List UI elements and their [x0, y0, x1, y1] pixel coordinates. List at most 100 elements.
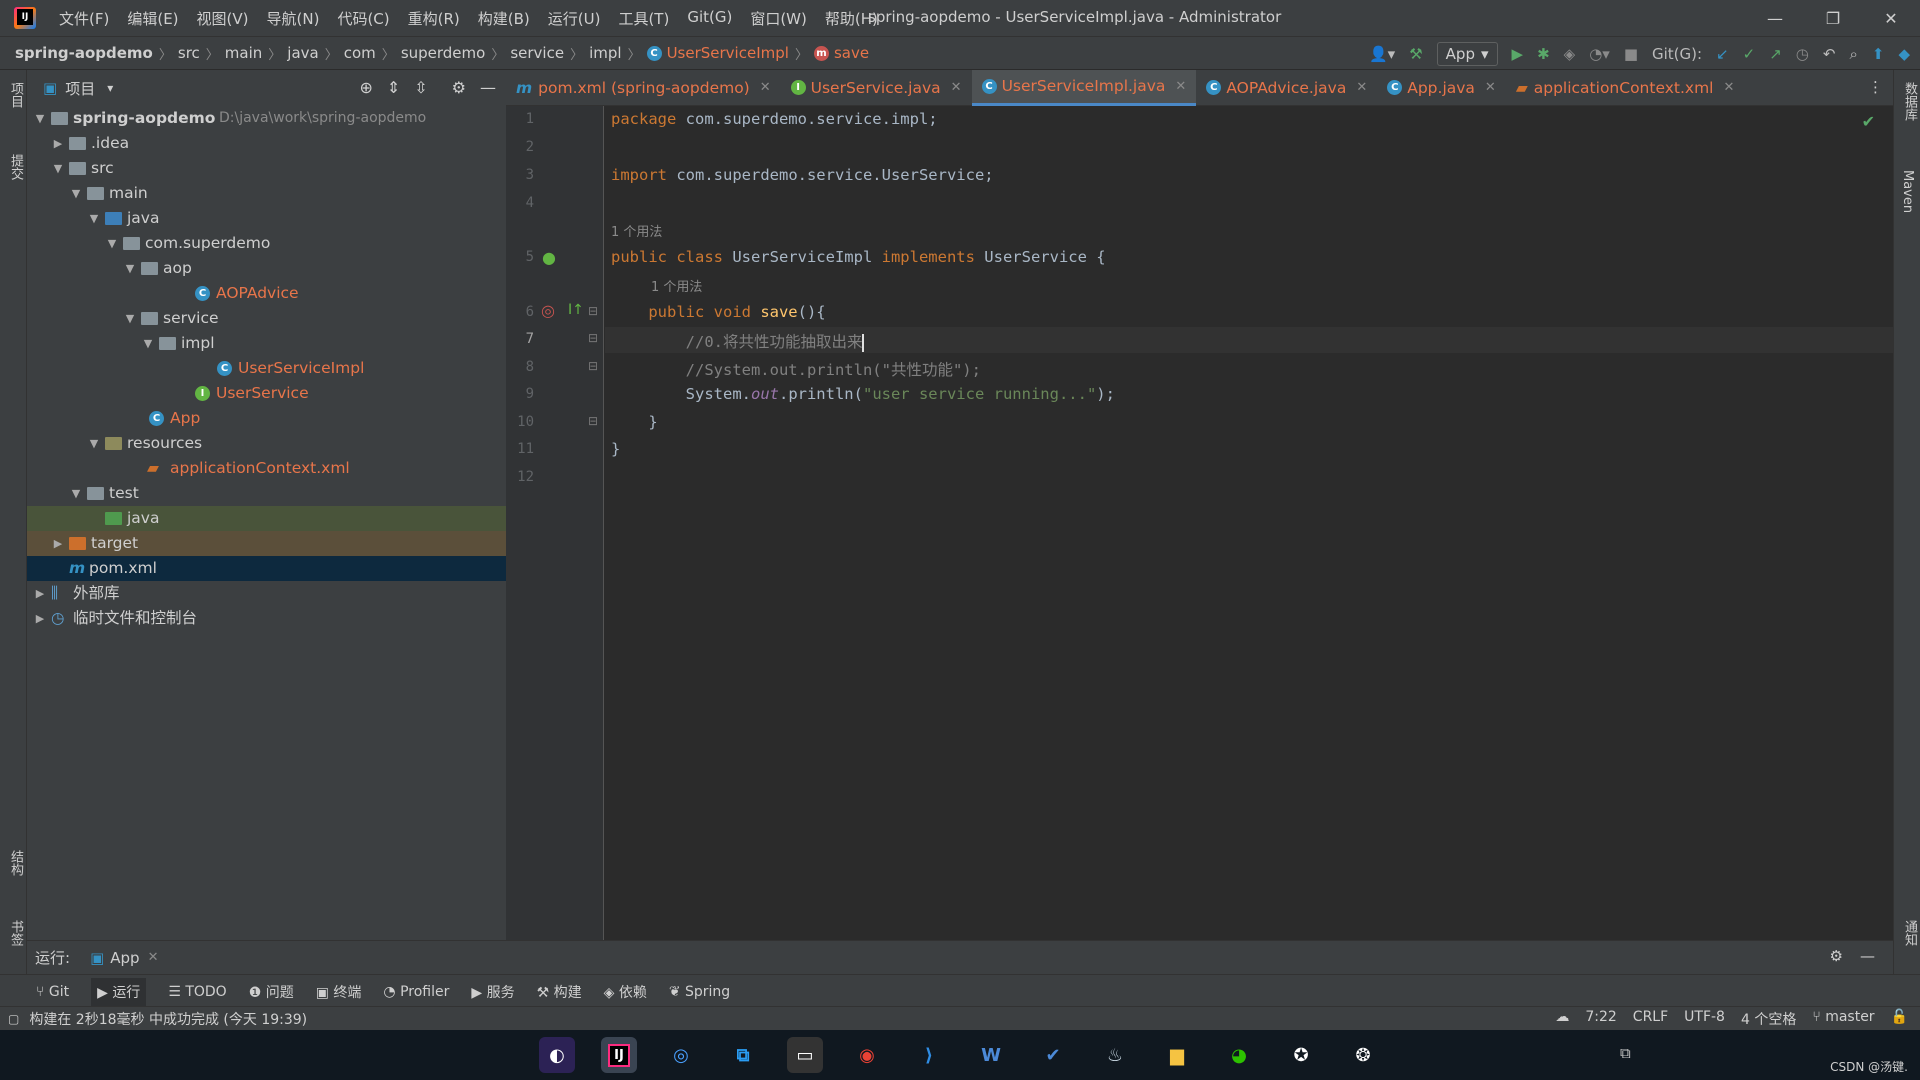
tool-dependencies[interactable]: ◈ 依赖 — [604, 982, 647, 1002]
breadcrumb-impl[interactable]: impl — [589, 44, 621, 62]
tool-terminal[interactable]: ▣ 终端 — [316, 982, 362, 1002]
locate-icon[interactable]: ⊕ — [359, 78, 372, 97]
breadcrumb-com[interactable]: com — [344, 44, 376, 62]
project-tool-button[interactable]: 项目 — [6, 82, 25, 108]
remote-desktop-icon[interactable]: ⧉ — [725, 1037, 761, 1073]
tree-item-project-root[interactable]: ▼ spring-aopdemo D:\java\work\spring-aopde… — [27, 106, 506, 131]
tree-item-src[interactable]: ▼ src — [27, 156, 506, 181]
project-panel-title[interactable]: 项目 — [65, 78, 95, 99]
tool-profiler[interactable]: ◔ Profiler — [383, 984, 449, 1000]
menu-git[interactable]: Git(G) — [678, 8, 741, 29]
fold-icon[interactable]: ⊟ — [588, 304, 598, 318]
layout-icon[interactable]: ▢ — [8, 1012, 19, 1026]
gear-icon[interactable]: ⚙ — [1830, 947, 1843, 965]
tree-item-test[interactable]: ▼ test — [27, 481, 506, 506]
usage-hint[interactable]: 1 个用法 — [651, 276, 702, 295]
tool-run[interactable]: ▶ 运行 — [91, 977, 147, 1006]
git-commit-icon[interactable]: ✓ — [1743, 45, 1756, 63]
line-separator[interactable]: CRLF — [1633, 1009, 1668, 1029]
lock-icon[interactable]: 🔓 — [1891, 1009, 1908, 1029]
fold-icon[interactable]: ⊟ — [588, 359, 598, 373]
tool-git[interactable]: ⑂ Git — [36, 984, 69, 1000]
breadcrumb-service[interactable]: service — [510, 44, 564, 62]
close-button[interactable]: ✕ — [1862, 0, 1920, 36]
git-update-icon[interactable]: ↙ — [1716, 45, 1729, 63]
browser-icon[interactable]: ◎ — [663, 1037, 699, 1073]
tree-item-impl[interactable]: ▼ impl — [27, 331, 506, 356]
task-view-icon[interactable]: ⧉ — [1620, 1044, 1631, 1062]
tree-item-aopadvice[interactable]: C AOPAdvice — [27, 281, 506, 306]
stop-icon[interactable]: ■ — [1624, 45, 1638, 63]
tree-item-userserviceimpl[interactable]: C UserServiceImpl — [27, 356, 506, 381]
tab-userservice[interactable]: I UserService.java ✕ — [781, 70, 972, 106]
fold-icon[interactable]: ⊟ — [588, 331, 598, 345]
caret-position[interactable]: 7:22 — [1585, 1009, 1616, 1029]
tree-item-idea[interactable]: ▶ .idea — [27, 131, 506, 156]
run-config-selector[interactable]: App ▾ — [1436, 42, 1498, 66]
tab-userserviceimpl[interactable]: C UserServiceImpl.java ✕ — [971, 69, 1197, 106]
git-push-icon[interactable]: ↗ — [1769, 45, 1782, 63]
code-editor[interactable]: 1 2 3 4 5 6 7 8 9 10 11 12 ● ◎ I↑ ⊟ ⊟ ⊟ … — [506, 106, 1893, 940]
close-icon[interactable]: ✕ — [148, 950, 159, 965]
vscode-icon[interactable]: ⟩ — [911, 1037, 947, 1073]
profiler-icon[interactable]: ◔▾ — [1589, 45, 1610, 63]
search-icon[interactable]: ⌕ — [1849, 45, 1857, 63]
breadcrumb-project[interactable]: spring-aopdemo — [15, 44, 153, 62]
menu-run[interactable]: 运行(U) — [539, 8, 610, 29]
expand-all-icon[interactable]: ⇕ — [387, 78, 400, 97]
tree-item-resources[interactable]: ▼ resources — [27, 431, 506, 456]
maven-tool-button[interactable]: Maven — [1900, 170, 1915, 213]
tree-item-main[interactable]: ▼ main — [27, 181, 506, 206]
close-icon[interactable]: ✕ — [1356, 80, 1367, 95]
tree-item-pom[interactable]: m pom.xml — [27, 556, 506, 581]
tab-app[interactable]: C App.java ✕ — [1377, 70, 1506, 106]
build-hammer-icon[interactable]: ⚒ — [1409, 45, 1422, 63]
jetbrains-toolbox-icon[interactable]: ◆ — [1898, 45, 1910, 63]
debug-bug-icon[interactable]: ✱ — [1537, 45, 1550, 63]
menu-tools[interactable]: 工具(T) — [609, 8, 678, 29]
breadcrumb-src[interactable]: src — [178, 44, 200, 62]
spring-bean-icon[interactable]: ● — [542, 248, 556, 267]
ide-update-icon[interactable]: ⬆ — [1872, 45, 1885, 63]
menu-refactor[interactable]: 重构(R) — [399, 8, 469, 29]
user-icon[interactable]: 👤▾ — [1369, 45, 1395, 63]
tree-item-target[interactable]: ▶ target — [27, 531, 506, 556]
menu-view[interactable]: 视图(V) — [188, 8, 258, 29]
database-tool-button[interactable]: 数据库 — [1900, 82, 1919, 121]
tool-services[interactable]: ▶ 服务 — [471, 982, 514, 1002]
tab-pom[interactable]: m pom.xml (spring-aopdemo) ✕ — [506, 70, 781, 106]
chevron-down-icon[interactable]: ▾ — [107, 81, 113, 95]
coverage-icon[interactable]: ◈ — [1564, 45, 1576, 63]
tool-problems[interactable]: ❶ 问题 — [249, 982, 294, 1002]
steam-icon[interactable]: ♨ — [1097, 1037, 1133, 1073]
breadcrumb-class[interactable]: UserServiceImpl — [667, 44, 789, 62]
tool-build[interactable]: ⚒ 构建 — [537, 982, 582, 1002]
bookmarks-tool-button[interactable]: 书签 — [6, 920, 25, 946]
game-icon[interactable]: ✪ — [1283, 1037, 1319, 1073]
more-tabs-icon[interactable]: ⋮ — [1868, 78, 1883, 96]
git-branch[interactable]: ⑂ master — [1812, 1009, 1874, 1029]
tree-item-service[interactable]: ▼ service — [27, 306, 506, 331]
indent-setting[interactable]: 4 个空格 — [1741, 1009, 1796, 1029]
tab-applicationcontext[interactable]: ▰ applicationContext.xml ✕ — [1506, 70, 1745, 106]
aop-advice-marker-icon[interactable]: ◎ — [541, 301, 555, 320]
tree-item-scratches[interactable]: ▶ ◷ 临时文件和控制台 — [27, 606, 506, 631]
menu-file[interactable]: 文件(F) — [50, 8, 118, 29]
menu-edit[interactable]: 编辑(E) — [118, 8, 187, 29]
app-icon[interactable]: ❂ — [1345, 1037, 1381, 1073]
breadcrumb-main[interactable]: main — [225, 44, 262, 62]
rollback-icon[interactable]: ↶ — [1823, 45, 1836, 63]
word-icon[interactable]: W — [973, 1037, 1009, 1073]
usage-hint[interactable]: 1 个用法 — [611, 221, 662, 240]
git-history-icon[interactable]: ◷ — [1796, 45, 1809, 63]
tool-todo[interactable]: ☰ TODO — [168, 984, 226, 1000]
tree-item-app[interactable]: C App — [27, 406, 506, 431]
tree-item-external-libraries[interactable]: ▶ ⫼ 外部库 — [27, 581, 506, 606]
file-encoding[interactable]: UTF-8 — [1684, 1009, 1725, 1029]
run-icon[interactable]: ▶ — [1512, 45, 1524, 63]
implements-method-icon[interactable]: I↑ — [568, 302, 584, 318]
status-message[interactable]: 构建在 2秒18毫秒 中成功完成 (今天 19:39) — [29, 1009, 307, 1029]
intellij-icon[interactable]: IJ — [601, 1037, 637, 1073]
file-explorer-icon[interactable]: ▆ — [1159, 1037, 1195, 1073]
close-icon[interactable]: ✕ — [1175, 79, 1186, 94]
